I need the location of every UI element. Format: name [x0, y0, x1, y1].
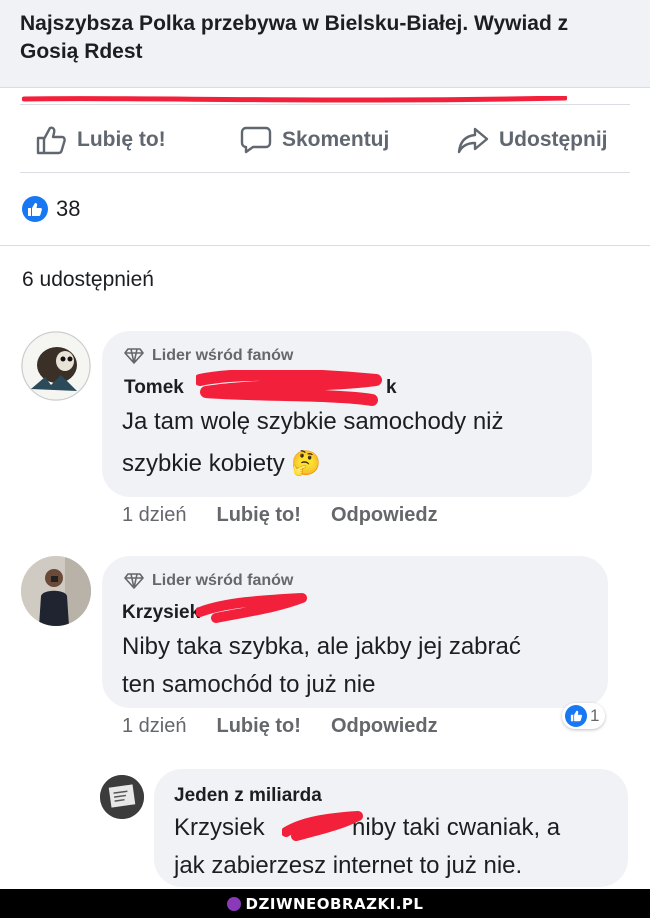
red-redaction-scribble	[196, 370, 382, 406]
thumbs-up-icon	[36, 126, 66, 155]
top-fan-badge: Lider wśród fanów	[124, 347, 293, 365]
shares-count[interactable]: 6 udostępnień	[22, 268, 154, 292]
avatar[interactable]	[21, 556, 91, 626]
comment-author[interactable]: Krzysiek	[122, 602, 200, 624]
divider	[20, 172, 630, 173]
comment-author[interactable]: Jeden z miliarda	[174, 785, 322, 807]
comment-time[interactable]: 1 dzień	[122, 504, 187, 527]
share-icon	[457, 127, 489, 154]
author-name: Tomek	[124, 377, 184, 398]
comment-like-button[interactable]: Lubię to!	[217, 504, 301, 527]
comment-icon	[240, 126, 272, 154]
comment-reaction-count[interactable]: 1	[562, 703, 606, 729]
share-label: Udostępnij	[499, 128, 608, 151]
divider	[20, 104, 630, 105]
comment-line: ten samochód to już nie	[122, 671, 376, 698]
like-badge-icon	[565, 705, 587, 727]
comment-reply-button[interactable]: Odpowiedz	[331, 715, 438, 738]
diamond-icon	[124, 348, 144, 364]
comment-line-part: niby taki cwaniak, a	[352, 814, 561, 841]
author-name-tail: k	[386, 377, 397, 398]
post-action-bar: Lubię to! Skomentuj Udostępnij	[0, 112, 650, 168]
red-scribble-line	[22, 96, 567, 103]
watermark-bar: DZIWNEOBRAZKI.PL	[0, 889, 650, 918]
red-redaction-scribble	[196, 593, 307, 623]
like-label: Lubię to!	[77, 128, 166, 151]
like-badge-icon	[22, 196, 48, 222]
watermark-text: DZIWNEOBRAZKI.PL	[245, 894, 424, 913]
comment-text: Ja tam wolę szybkie samochody niż szybki…	[122, 401, 582, 485]
comment-time[interactable]: 1 dzień	[122, 715, 187, 738]
avatar[interactable]	[21, 331, 91, 401]
red-redaction-scribble	[282, 811, 363, 841]
comment-meta: 1 dzień Lubię to! Odpowiedz	[122, 504, 438, 527]
comment-label: Skomentuj	[282, 128, 390, 151]
comment-line: Krzysiek niby taki cwaniak, a	[174, 809, 624, 847]
badge-label: Lider wśród fanów	[152, 572, 294, 589]
comment-like-button[interactable]: Lubię to!	[217, 715, 301, 738]
divider	[0, 245, 650, 246]
badge-label: Lider wśród fanów	[152, 347, 294, 364]
comment-button[interactable]: Skomentuj	[240, 112, 389, 168]
diamond-icon	[124, 573, 144, 589]
link-preview-card[interactable]: Najszybsza Polka przebywa w Bielsku-Biał…	[0, 0, 650, 88]
comment-bubble[interactable]: Lider wśród fanów Tomek k Ja tam wolę sz…	[102, 331, 592, 497]
reaction-number: 1	[590, 706, 600, 725]
comment-line: szybkie kobiety 🤔	[122, 450, 322, 477]
like-button[interactable]: Lubię to!	[35, 112, 166, 168]
reaction-count: 38	[56, 196, 81, 221]
top-fan-badge: Lider wśród fanów	[124, 572, 293, 590]
reply-bubble[interactable]: Jeden z miliarda Krzysiek niby taki cwan…	[154, 769, 628, 887]
comment-meta: 1 dzień Lubię to! Odpowiedz	[122, 715, 438, 738]
comment-line: Niby taka szybka, ale jakby jej zabrać	[122, 633, 521, 660]
share-button[interactable]: Udostępnij	[457, 112, 608, 168]
link-title[interactable]: Najszybsza Polka przebywa w Bielsku-Biał…	[20, 10, 620, 66]
watermark-logo-icon	[226, 896, 241, 911]
comment-author[interactable]: Tomek	[124, 377, 184, 399]
comment-text: Niby taka szybka, ale jakby jej zabrać t…	[122, 628, 602, 704]
comment-reply-button[interactable]: Odpowiedz	[331, 504, 438, 527]
reaction-summary[interactable]: 38	[22, 192, 80, 226]
avatar[interactable]	[100, 775, 144, 819]
comment-bubble[interactable]: Lider wśród fanów Krzysiek Niby taka szy…	[102, 556, 608, 708]
comment-text: Krzysiek niby taki cwaniak, a jak zabier…	[174, 809, 624, 885]
comment-line: jak zabierzesz internet to już nie.	[174, 852, 523, 879]
mention-name[interactable]: Krzysiek	[174, 814, 265, 841]
